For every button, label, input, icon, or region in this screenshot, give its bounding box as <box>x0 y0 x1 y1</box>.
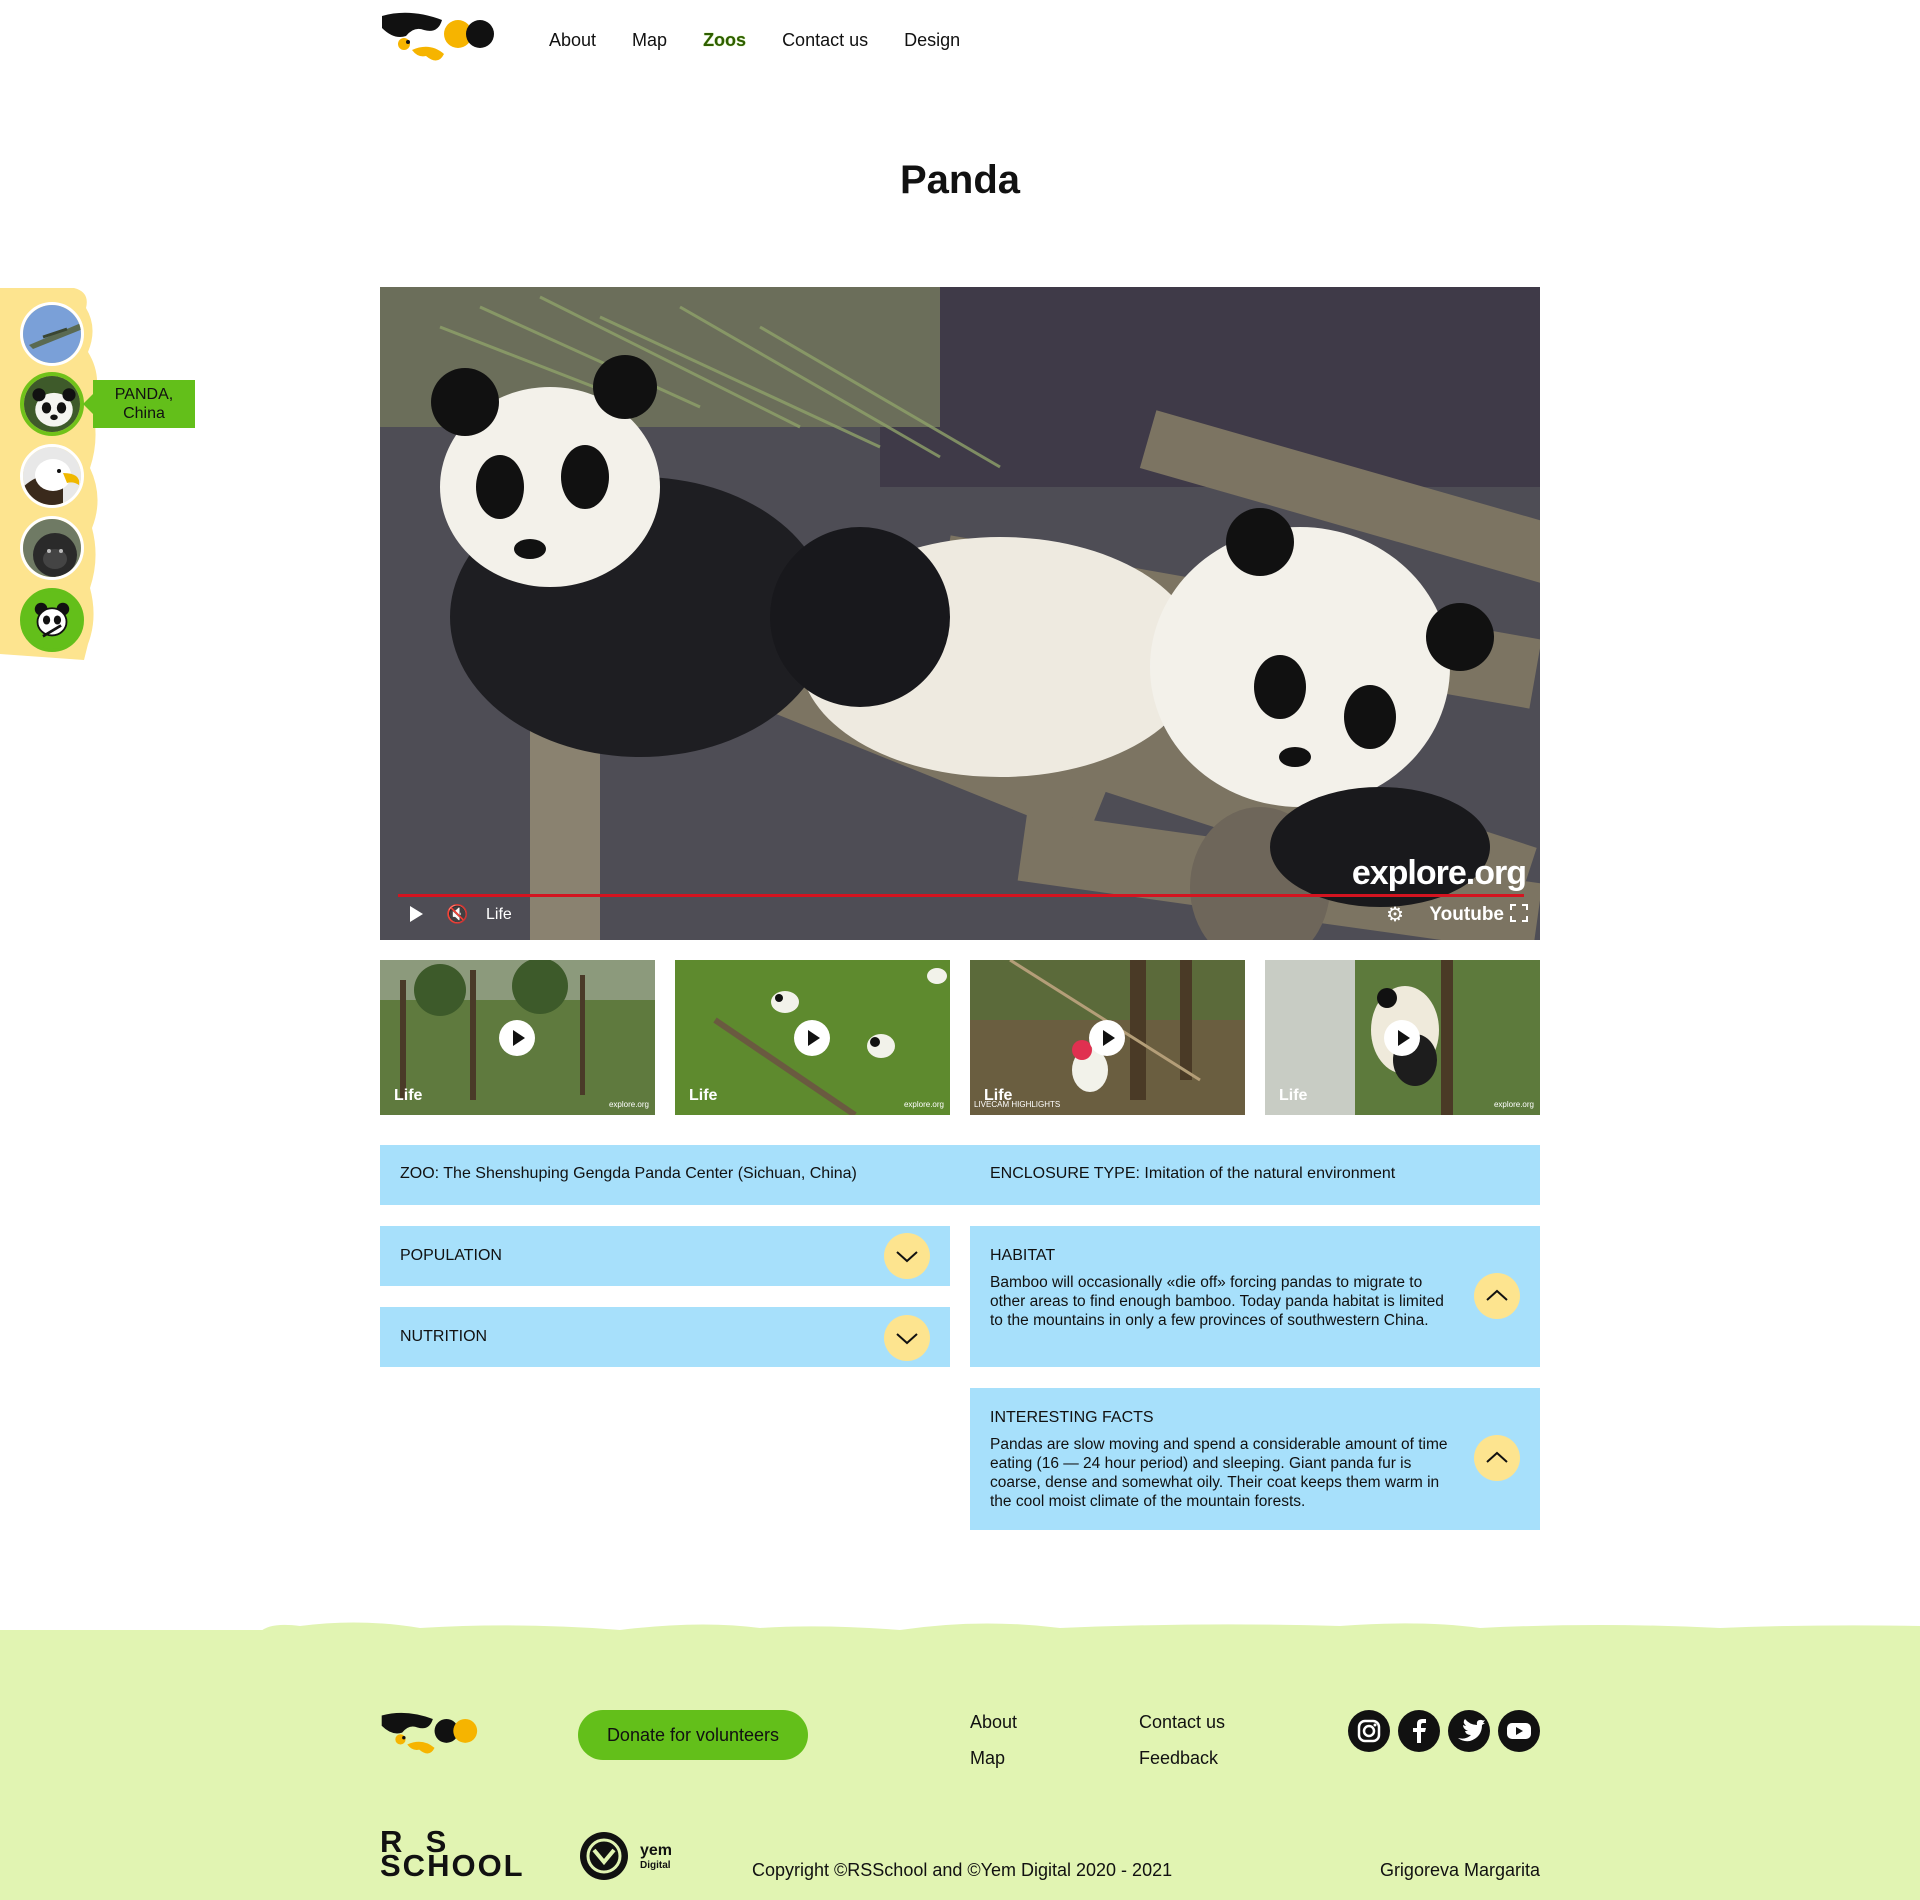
panel-text: Bamboo will occasionally «die off» forci… <box>990 1274 1444 1329</box>
yem-logo-text: yem <box>640 1842 673 1859</box>
animal-sidebar <box>0 288 108 660</box>
site-logo[interactable] <box>380 10 495 70</box>
sidebar-item-alligator[interactable] <box>20 302 84 366</box>
thumbnail-brand: explore.org <box>608 1100 649 1109</box>
author-name: Grigoreva Margarita <box>1379 1860 1540 1880</box>
thumbnail-label: Life <box>689 1087 718 1104</box>
habitat-panel[interactable]: HABITAT Bamboo will occasionally «die of… <box>970 1226 1540 1367</box>
youtube-link[interactable]: Youtube <box>1429 904 1504 926</box>
interesting-facts-panel[interactable]: INTERESTING FACTS Pandas are slow moving… <box>970 1388 1540 1530</box>
video-controls: 🔇 Life explore.org ⚙ Youtube <box>380 854 1540 940</box>
main-video-player[interactable]: 🔇 Life explore.org ⚙ Youtube <box>380 287 1540 940</box>
site-header: About Map Zoos Contact us Design <box>380 0 1540 80</box>
enclosure-type: ENCLOSURE TYPE: Imitation of the natural… <box>990 1165 1396 1182</box>
nav-map[interactable]: Map <box>632 30 667 51</box>
chevron-down-icon[interactable] <box>884 1315 930 1361</box>
page-title: Panda <box>899 158 1021 202</box>
zoo-name: ZOO: The Shenshuping Gengda Panda Center… <box>400 1165 857 1182</box>
youtube-icon[interactable] <box>1498 1710 1540 1752</box>
nav-design[interactable]: Design <box>904 30 960 51</box>
video-frame-image <box>380 287 1540 940</box>
tooltip-line-2: China <box>123 405 165 422</box>
sidebar-item-panda-cartoon[interactable] <box>20 588 84 652</box>
nav-about[interactable]: About <box>549 30 596 51</box>
yem-logo-subtext: Digital <box>640 1860 671 1871</box>
thumbnail-label: Life <box>394 1087 423 1104</box>
panel-text: Pandas are slow moving and spend a consi… <box>990 1436 1448 1510</box>
sidebar-item-eagle[interactable] <box>20 444 84 508</box>
panel-title: POPULATION <box>400 1247 502 1264</box>
sidebar-item-gorilla[interactable] <box>20 516 84 580</box>
thumbnail-label: Life <box>1279 1087 1308 1104</box>
zoo-info-bar: ZOO: The Shenshuping Gengda Panda Center… <box>380 1145 1540 1205</box>
video-thumbnail[interactable]: Life explore.org <box>1265 960 1540 1115</box>
panel-title: INTERESTING FACTS <box>990 1409 1154 1426</box>
twitter-icon[interactable] <box>1448 1710 1490 1752</box>
play-icon[interactable] <box>794 1020 830 1056</box>
yem-digital-icon <box>580 1832 628 1880</box>
panel-title: HABITAT <box>990 1247 1056 1264</box>
video-thumbnail[interactable]: Life explore.org <box>675 960 950 1115</box>
yem-digital-logo[interactable]: yem Digital <box>578 1830 688 1882</box>
thumbnail-brand: explore.org <box>1493 1100 1534 1109</box>
video-thumbnail[interactable]: Life LIVECAM HIGHLIGHTS <box>970 960 1245 1115</box>
thumbnail-brand: explore.org <box>903 1100 944 1109</box>
play-icon[interactable] <box>1089 1020 1125 1056</box>
video-live-label: Life <box>486 906 512 923</box>
play-icon[interactable] <box>410 906 423 922</box>
sidebar-tooltip: PANDA, China <box>83 380 195 428</box>
video-thumbnail[interactable]: Life explore.org <box>380 960 655 1115</box>
nav-contact-us[interactable]: Contact us <box>782 30 868 51</box>
video-thumbnails: Life explore.org Life explore.org Life L <box>380 960 1540 1115</box>
footer-link-map[interactable]: Map <box>970 1748 1005 1769</box>
nutrition-panel[interactable]: NUTRITION <box>380 1307 950 1367</box>
chevron-down-icon[interactable] <box>884 1233 930 1279</box>
sidebar-item-panda[interactable] <box>20 372 84 436</box>
footer-link-contact-us[interactable]: Contact us <box>1139 1712 1225 1733</box>
play-icon[interactable] <box>1384 1020 1420 1056</box>
play-icon[interactable] <box>499 1020 535 1056</box>
facebook-icon[interactable] <box>1398 1710 1440 1752</box>
mute-icon[interactable]: 🔇 <box>446 904 468 925</box>
footer-logo[interactable] <box>380 1710 478 1762</box>
instagram-icon[interactable] <box>1348 1710 1390 1752</box>
footer-link-feedback[interactable]: Feedback <box>1139 1748 1218 1769</box>
video-brand-watermark: explore.org <box>1351 854 1527 892</box>
rs-school-logo[interactable]: R S SCHOOL <box>380 1826 525 1883</box>
fullscreen-icon[interactable] <box>1510 904 1528 922</box>
main-nav: About Map Zoos Contact us Design <box>549 30 996 51</box>
population-panel[interactable]: POPULATION <box>380 1226 950 1286</box>
footer-link-about[interactable]: About <box>970 1712 1017 1733</box>
nav-zoos[interactable]: Zoos <box>703 30 746 51</box>
rs-school-logo-line-2: SCHOOL <box>380 1848 525 1883</box>
site-footer: Donate for volunteers About Map Contact … <box>0 1630 1920 1900</box>
donate-button[interactable]: Donate for volunteers <box>578 1710 808 1760</box>
copyright-text: Copyright ©RSSchool and ©Yem Digital 202… <box>752 1860 1173 1880</box>
panda-cartoon-icon <box>23 591 81 649</box>
thumbnail-brand: LIVECAM HIGHLIGHTS <box>974 1100 1061 1109</box>
panel-title: NUTRITION <box>400 1328 488 1345</box>
chevron-up-icon[interactable] <box>1474 1435 1520 1481</box>
video-progress-bar[interactable] <box>398 894 1524 897</box>
tooltip-line-1: PANDA, <box>114 386 174 403</box>
gear-icon[interactable]: ⚙ <box>1386 902 1404 927</box>
chevron-up-icon[interactable] <box>1474 1273 1520 1319</box>
